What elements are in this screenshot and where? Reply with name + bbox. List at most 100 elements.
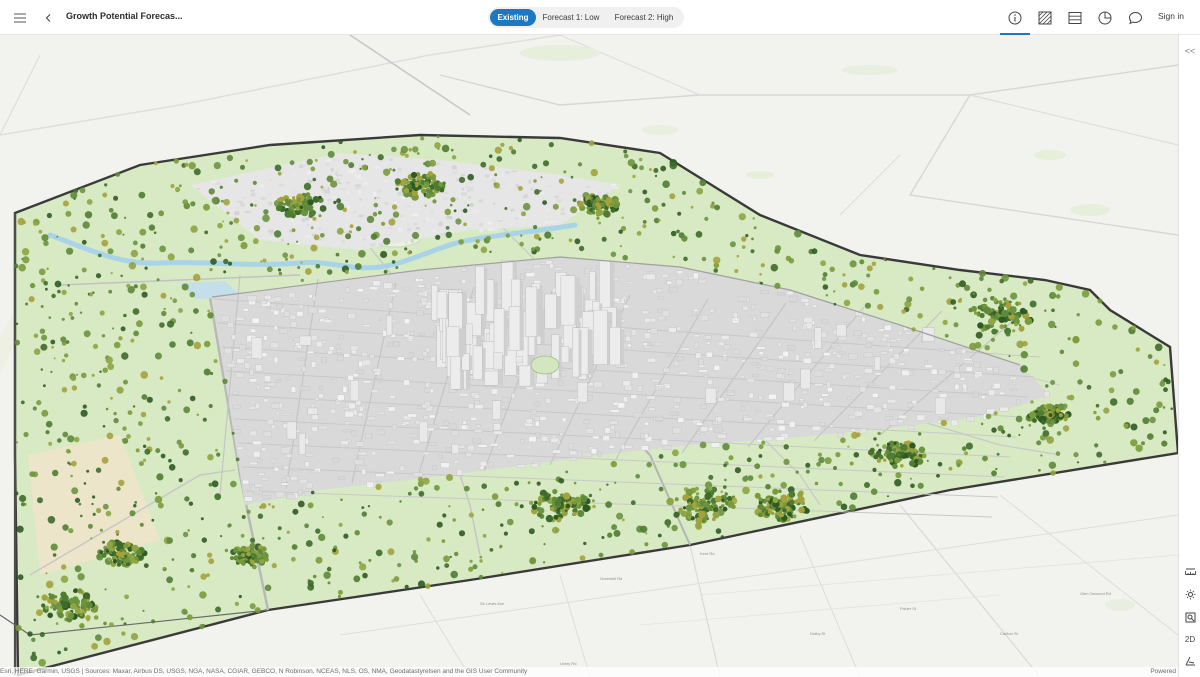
building <box>429 414 436 419</box>
back-icon[interactable] <box>38 0 58 35</box>
tree <box>565 503 571 509</box>
tree <box>140 411 147 418</box>
comment-icon[interactable] <box>1118 0 1152 35</box>
building <box>429 211 434 215</box>
zoom-to-icon[interactable] <box>1179 607 1200 627</box>
svg-text:Duthy St: Duthy St <box>810 631 826 636</box>
tree <box>577 510 585 517</box>
building <box>434 276 440 279</box>
tree <box>704 493 712 501</box>
tree <box>77 588 83 594</box>
layers-icon[interactable] <box>1058 0 1092 35</box>
powered-by-link[interactable]: Powered <box>1150 667 1176 677</box>
tree <box>1077 379 1083 385</box>
tree <box>965 442 974 450</box>
tree <box>908 276 914 282</box>
tree <box>189 568 195 573</box>
building <box>425 382 430 389</box>
tower-side <box>620 329 624 365</box>
building <box>468 403 474 409</box>
tree <box>774 245 782 252</box>
tree <box>782 508 787 513</box>
building <box>988 389 995 396</box>
tree <box>219 245 223 249</box>
tree <box>95 467 102 473</box>
tree <box>682 506 687 510</box>
building <box>597 451 602 457</box>
tree <box>1014 322 1018 327</box>
tree <box>779 513 785 518</box>
tree <box>362 572 368 579</box>
building <box>417 291 425 297</box>
tree <box>1130 439 1138 447</box>
tree <box>1008 355 1011 358</box>
building <box>327 199 331 202</box>
tree <box>1019 307 1027 315</box>
tree <box>450 197 456 203</box>
building <box>397 191 404 196</box>
basemap-icon[interactable] <box>1028 0 1062 35</box>
building <box>558 380 564 386</box>
tree <box>166 320 175 328</box>
tree <box>538 507 545 514</box>
building <box>306 171 311 175</box>
building <box>293 345 298 352</box>
menu-icon[interactable] <box>6 0 34 35</box>
building <box>346 191 350 194</box>
scene-view[interactable]: Sir Lewis Ave Greenhill Rd Kent Rd Duthy… <box>0 35 1178 677</box>
tab-forecast-high[interactable]: Forecast 2: High <box>608 9 680 26</box>
measure-icon[interactable] <box>1179 561 1200 581</box>
building <box>814 383 824 387</box>
building <box>549 263 554 269</box>
info-icon[interactable] <box>998 0 1032 35</box>
tree <box>105 356 114 364</box>
building <box>331 379 337 383</box>
daylight-icon[interactable] <box>1179 584 1200 604</box>
tree <box>74 565 82 573</box>
tree <box>1055 283 1063 291</box>
tower <box>386 315 393 336</box>
building <box>232 391 239 395</box>
tree <box>488 165 495 172</box>
tree <box>533 225 538 230</box>
building <box>1043 391 1050 398</box>
tab-existing[interactable]: Existing <box>490 9 536 26</box>
tree <box>724 478 727 482</box>
tree <box>106 432 114 440</box>
building <box>472 438 481 444</box>
tree <box>866 265 873 272</box>
tree <box>16 525 24 533</box>
view-2d-toggle[interactable]: 2D <box>1179 629 1200 649</box>
tree <box>359 167 362 170</box>
slice-icon[interactable] <box>1179 651 1200 671</box>
building <box>482 216 487 221</box>
building <box>895 338 902 341</box>
collapse-panel-button[interactable]: << <box>1179 41 1200 61</box>
tree <box>669 193 676 200</box>
tree <box>995 467 998 471</box>
tree <box>132 240 138 246</box>
tree <box>661 202 666 207</box>
tree <box>754 463 761 470</box>
building <box>253 487 260 493</box>
tree <box>529 500 534 505</box>
tree <box>666 497 674 506</box>
chart-icon[interactable] <box>1088 0 1122 35</box>
building <box>493 179 496 183</box>
building <box>270 342 279 349</box>
building <box>393 341 400 347</box>
tree <box>1153 359 1160 365</box>
tree <box>986 309 992 315</box>
tree <box>140 243 146 249</box>
tree <box>1103 460 1107 464</box>
tree <box>252 238 259 245</box>
sign-in-link[interactable]: Sign in <box>1158 11 1184 21</box>
tab-forecast-low[interactable]: Forecast 1: Low <box>538 9 604 26</box>
building <box>311 470 319 474</box>
tree <box>598 552 604 558</box>
tree <box>300 261 303 264</box>
building <box>993 383 1001 389</box>
tree <box>113 195 119 201</box>
tree <box>41 594 48 601</box>
tree <box>479 559 483 563</box>
